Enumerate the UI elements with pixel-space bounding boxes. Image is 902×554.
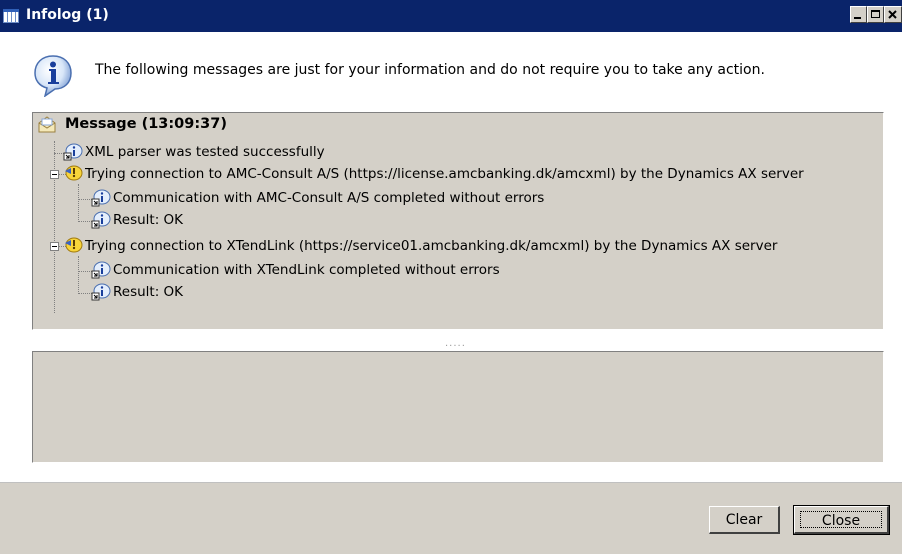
maximize-button[interactable] xyxy=(867,6,884,23)
pane-splitter[interactable]: ..... xyxy=(445,338,466,349)
warning-bubble-icon xyxy=(65,237,83,253)
envelope-icon xyxy=(38,116,56,133)
info-bubble-icon xyxy=(91,189,111,207)
tree-item-label: Result: OK xyxy=(113,284,184,300)
infolog-window: Infolog (1) The following messages are j… xyxy=(0,0,902,554)
warning-bubble-icon xyxy=(65,165,83,181)
tree-item-label: Communication with AMC-Consult A/S compl… xyxy=(113,190,545,206)
info-message: The following messages are just for your… xyxy=(95,62,765,78)
info-bubble-icon xyxy=(91,261,111,279)
tree-root-label: Message (13:09:37) xyxy=(65,116,227,132)
tree-connector xyxy=(54,141,55,313)
maximize-icon xyxy=(871,10,880,18)
tree-item-label: Trying connection to XTendLink (https://… xyxy=(85,238,778,254)
minimize-icon xyxy=(854,17,861,19)
close-icon xyxy=(888,10,897,19)
tree-connector xyxy=(78,271,92,272)
minimize-button[interactable] xyxy=(850,6,867,23)
tree-connector xyxy=(78,184,79,222)
tree-connector xyxy=(78,221,92,222)
close-button-label: Close xyxy=(800,511,882,529)
tree-connector xyxy=(78,256,79,294)
info-bubble-icon xyxy=(63,143,83,161)
tree-item-label: Communication with XTendLink completed w… xyxy=(113,262,500,278)
tree-connector xyxy=(78,199,92,200)
title-bar[interactable]: Infolog (1) xyxy=(0,0,902,32)
close-window-button[interactable] xyxy=(884,6,902,23)
tree-connector xyxy=(78,293,92,294)
infolog-icon xyxy=(3,9,19,23)
close-button[interactable]: Close xyxy=(793,505,890,535)
detail-pane xyxy=(32,351,884,463)
collapse-toggle[interactable] xyxy=(50,242,59,251)
message-tree[interactable]: Message (13:09:37) XML parser was tested… xyxy=(32,112,884,330)
info-bubble-icon xyxy=(91,211,111,229)
tree-item-label: XML parser was tested successfully xyxy=(85,144,325,160)
collapse-toggle[interactable] xyxy=(50,170,59,179)
info-icon xyxy=(34,55,72,97)
window-title: Infolog (1) xyxy=(26,7,109,23)
tree-item-label: Trying connection to AMC-Consult A/S (ht… xyxy=(85,166,804,182)
clear-button[interactable]: Clear xyxy=(709,506,780,534)
info-bubble-icon xyxy=(91,283,111,301)
tree-item-label: Result: OK xyxy=(113,212,184,228)
